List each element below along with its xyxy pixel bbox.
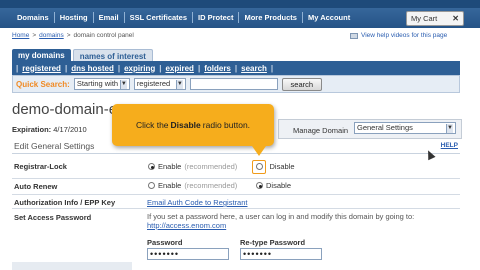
- breadcrumb-home[interactable]: Home: [12, 32, 29, 39]
- auth-info-label: Authorization Info / EPP Key: [14, 198, 116, 207]
- search-scope-value: registered: [136, 79, 171, 88]
- callout-pointer: [252, 146, 266, 156]
- main-nav: Domains Hosting Email SSL Certificates I…: [12, 12, 355, 23]
- search-mode-value: Starting with: [76, 79, 119, 88]
- password-input[interactable]: •••••••: [147, 248, 229, 260]
- callout-text-pre: Click the: [135, 120, 169, 130]
- help-link[interactable]: HELP: [441, 142, 458, 149]
- nav-hosting[interactable]: Hosting: [55, 12, 94, 23]
- enable-label: Enable: [158, 162, 182, 171]
- search-scope-select[interactable]: registered ▼: [133, 78, 186, 90]
- help-video-link[interactable]: View help videos for this page: [350, 32, 447, 39]
- subnav-folders[interactable]: folders: [200, 64, 235, 73]
- domain-tabs: my domains names of interest: [12, 49, 153, 61]
- manage-domain-label: Manage Domain: [293, 126, 349, 135]
- quick-search-label: Quick Search:: [16, 79, 70, 89]
- breadcrumb: Home > domains > domain control panel: [12, 32, 134, 39]
- chevron-down-icon: ▼: [446, 123, 453, 133]
- cart-label: My Cart: [411, 14, 438, 23]
- search-mode-select[interactable]: Starting with ▼: [73, 78, 130, 90]
- disable-label: Disable: [269, 162, 295, 171]
- radio-disable-selected[interactable]: [256, 182, 263, 189]
- enable-label: Enable: [158, 181, 182, 190]
- top-strip: [0, 0, 480, 8]
- expiration-info: Expiration: 4/17/2010: [12, 125, 87, 134]
- retype-password-label: Re-type Password: [240, 238, 306, 247]
- nav-id-protect[interactable]: ID Protect: [193, 12, 240, 23]
- radio-disable[interactable]: [255, 163, 263, 170]
- password-label: Password: [147, 238, 183, 247]
- recommended-label: (recommended): [184, 162, 238, 171]
- chevron-down-icon: ▼: [119, 79, 127, 89]
- disable-label: Disable: [266, 181, 292, 190]
- manage-domain-value: General Settings: [357, 123, 413, 132]
- domain-title: demo-domain-e: [12, 101, 118, 118]
- subnav-registered[interactable]: registered: [18, 64, 65, 73]
- tab-names-of-interest[interactable]: names of interest: [72, 49, 153, 61]
- registrar-lock-label: Registrar-Lock: [14, 162, 67, 171]
- subnav-dns-hosted[interactable]: dns hosted: [67, 64, 118, 73]
- search-button[interactable]: search: [281, 77, 322, 91]
- subnav-expiring[interactable]: expiring: [120, 64, 159, 73]
- expiration-value: 4/17/2010: [53, 125, 87, 134]
- auto-renew-label: Auto Renew: [14, 182, 58, 191]
- help-video-label: View help videos for this page: [361, 32, 448, 39]
- access-password-note: If you set a password here, a user can l…: [147, 212, 457, 230]
- video-icon: [350, 32, 358, 39]
- breadcrumb-domains[interactable]: domains: [39, 32, 64, 39]
- tab-my-domains[interactable]: my domains: [12, 49, 71, 61]
- recommended-label: (recommended): [184, 181, 238, 190]
- edit-section-title: Edit General Settings: [14, 141, 95, 151]
- subnav-search[interactable]: search: [237, 64, 271, 73]
- access-url-link[interactable]: http://access.enom.com: [147, 221, 226, 230]
- breadcrumb-sep: >: [32, 32, 37, 39]
- access-password-label: Set Access Password: [14, 213, 92, 222]
- callout-text-post: radio button.: [202, 120, 251, 130]
- retype-password-input[interactable]: •••••••: [240, 248, 322, 260]
- nav-more-products[interactable]: More Products: [239, 12, 303, 23]
- breadcrumb-sep: >: [66, 32, 71, 39]
- radio-enable-selected[interactable]: [148, 163, 155, 170]
- search-input[interactable]: [189, 78, 278, 90]
- registrar-lock-enable-option[interactable]: Enable (recommended): [148, 162, 237, 171]
- manage-domain-select[interactable]: General Settings ▼: [354, 122, 456, 134]
- tutorial-callout: Click the Disable radio button.: [112, 104, 274, 156]
- nav-domains[interactable]: Domains: [12, 12, 55, 23]
- auto-renew-disable-option[interactable]: Disable: [256, 181, 291, 190]
- domain-subnav: | registered | dns hosted | expiring | e…: [12, 61, 460, 75]
- top-nav-bar: Domains Hosting Email SSL Certificates I…: [0, 0, 480, 28]
- registrar-lock-disable-option[interactable]: Disable: [255, 162, 295, 171]
- subnav-expired[interactable]: expired: [161, 64, 197, 73]
- access-password-desc: If you set a password here, a user can l…: [147, 212, 415, 221]
- close-icon: ✕: [452, 14, 459, 23]
- my-cart-button[interactable]: My Cart ✕: [406, 11, 464, 26]
- chevron-down-icon: ▼: [175, 79, 183, 89]
- nav-my-account[interactable]: My Account: [303, 12, 355, 23]
- nav-email[interactable]: Email: [94, 12, 125, 23]
- callout-text-bold: Disable: [170, 120, 201, 130]
- expiration-label: Expiration:: [12, 125, 52, 134]
- quick-search-bar: Quick Search: Starting with ▼ registered…: [12, 75, 460, 93]
- auto-renew-enable-option[interactable]: Enable (recommended): [148, 181, 237, 190]
- email-auth-code-link[interactable]: Email Auth Code to Registrant: [147, 198, 247, 207]
- auth-info-row: Authorization Info / EPP Key Email Auth …: [12, 195, 460, 209]
- radio-enable[interactable]: [148, 182, 155, 189]
- bottom-panel-edge: [12, 262, 132, 270]
- nav-ssl-certificates[interactable]: SSL Certificates: [125, 12, 194, 23]
- breadcrumb-current: domain control panel: [73, 32, 134, 39]
